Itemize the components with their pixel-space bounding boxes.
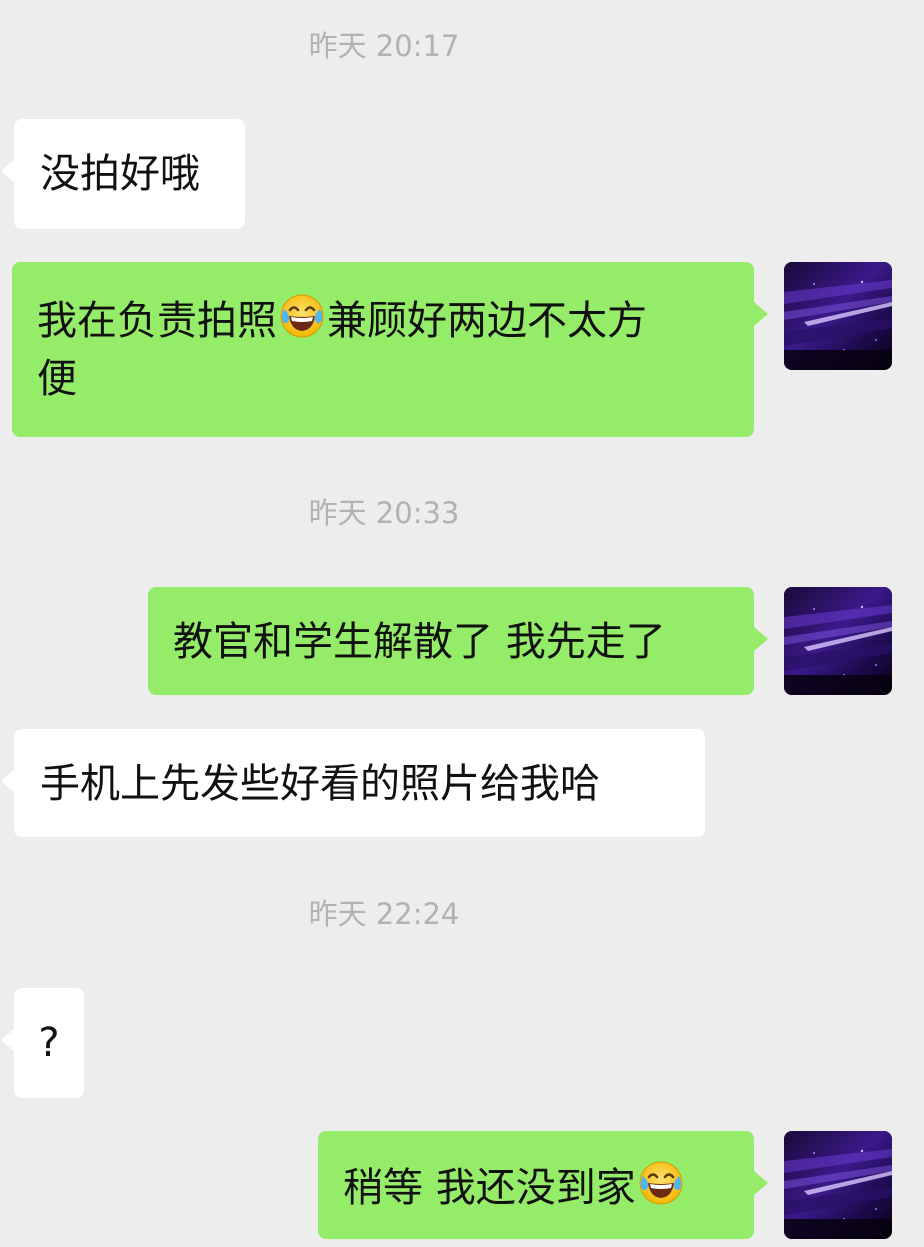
avatar-image — [784, 587, 892, 695]
outgoing-message-bubble[interactable]: 我在负责拍照 兼顾好两边不太方 便 — [12, 262, 768, 437]
outgoing-message-bubble[interactable]: 稍等 我还没到家 — [318, 1131, 768, 1239]
chat-message-list[interactable]: 昨天 20:17 没拍好哦 我在负责拍照 兼顾好两边不太方 便 昨天 20:33 … — [0, 0, 924, 1247]
incoming-message-bubble[interactable]: ? — [1, 988, 84, 1098]
message-text: 稍等 我还没到家 — [343, 1165, 636, 1211]
self-avatar[interactable] — [784, 1131, 892, 1239]
timestamp: 昨天 20:17 — [308, 29, 460, 63]
tears-of-joy-emoji-icon — [278, 292, 326, 340]
self-avatar[interactable] — [784, 262, 892, 370]
timestamp: 昨天 20:33 — [308, 496, 460, 530]
self-avatar[interactable] — [784, 587, 892, 695]
incoming-message-bubble[interactable]: 没拍好哦 — [1, 119, 245, 229]
incoming-message-bubble[interactable]: 手机上先发些好看的照片给我哈 — [1, 729, 705, 837]
tears-of-joy-emoji-icon — [637, 1159, 685, 1207]
avatar-image — [784, 1131, 892, 1239]
message-text: 兼顾好两边不太方 — [327, 298, 647, 344]
avatar-image — [784, 262, 892, 370]
message-text: 我在负责拍照 — [37, 298, 277, 344]
timestamp: 昨天 22:24 — [308, 897, 460, 931]
outgoing-message-bubble[interactable]: 教官和学生解散了 我先走了 — [148, 587, 768, 695]
message-text: 便 — [37, 356, 77, 402]
